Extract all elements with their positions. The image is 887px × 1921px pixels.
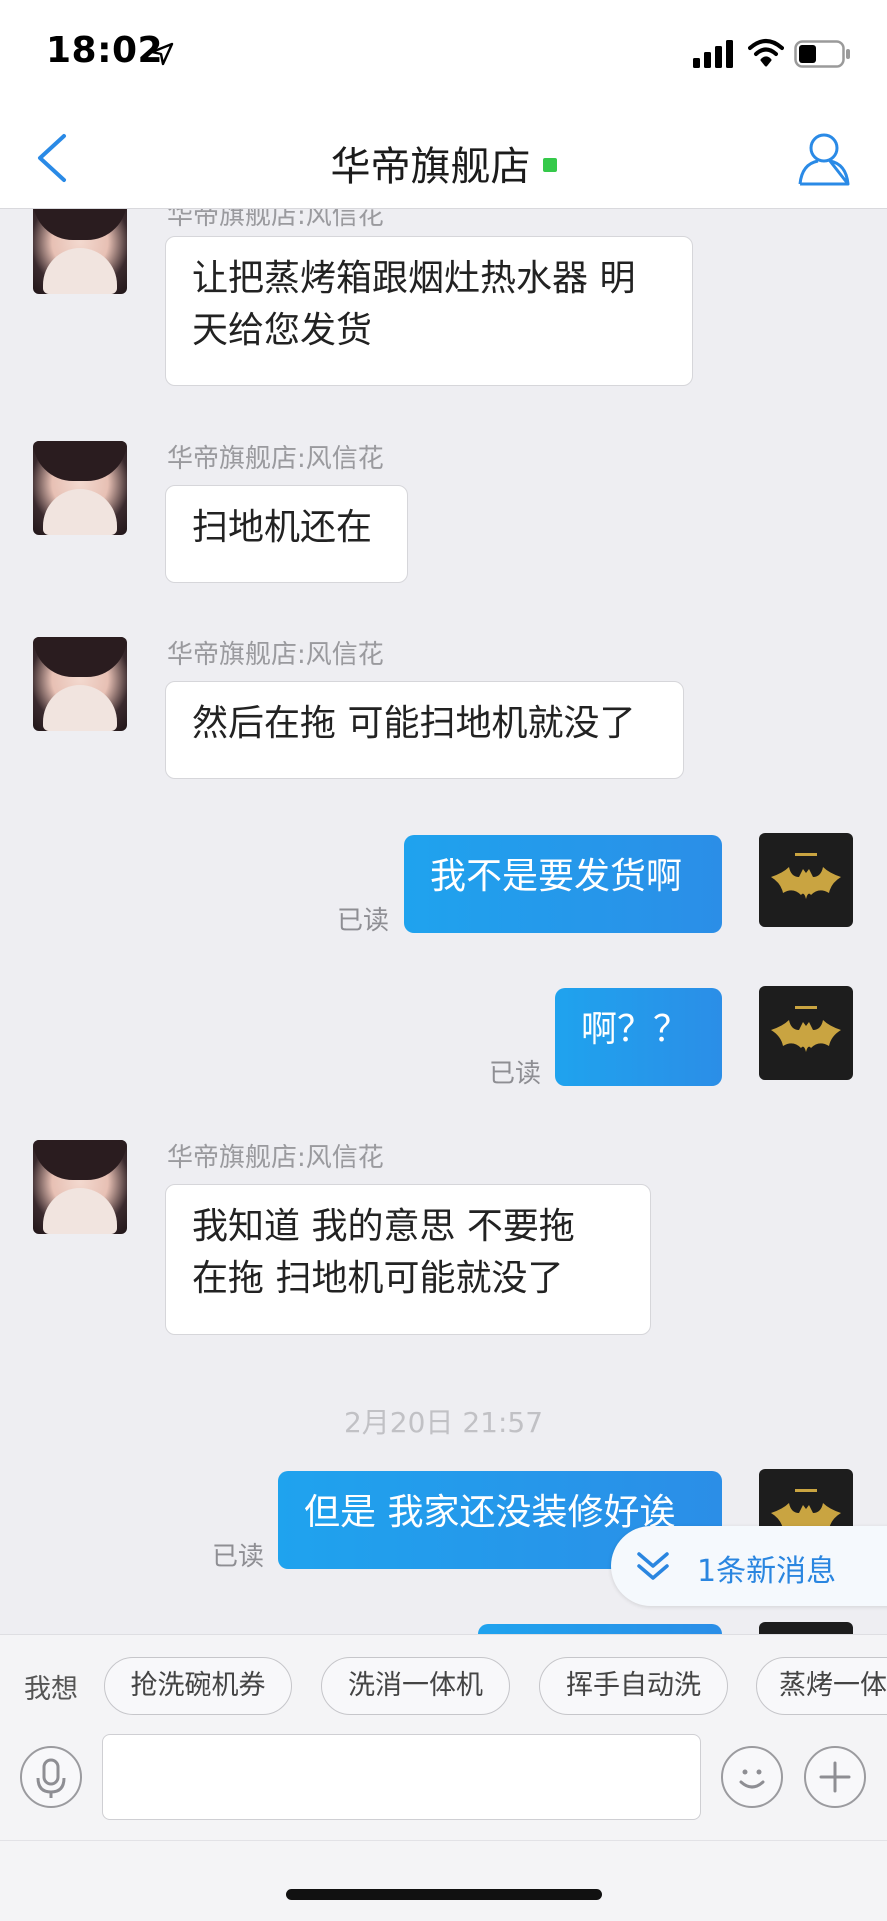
shop-avatar[interactable] <box>33 1140 127 1234</box>
quick-reply-chip[interactable]: 蒸烤一体 <box>756 1657 887 1715</box>
new-message-banner[interactable]: 1条新消息 <box>611 1526 887 1606</box>
quick-reply-chip[interactable]: 抢洗碗机券 <box>104 1657 292 1715</box>
incoming-message-bubble[interactable]: 让把蒸烤箱跟烟灶热水器 明 天给您发货 <box>165 236 693 386</box>
read-receipt: 已读 <box>212 1542 265 1572</box>
message-line: 天给您发货 <box>192 310 373 351</box>
quick-reply-label: 我想 <box>24 1674 78 1705</box>
outgoing-message-bubble[interactable]: 啊？？ <box>555 988 722 1086</box>
batman-logo-icon <box>771 1006 841 1052</box>
shop-name: 华帝旗舰店 <box>330 144 531 190</box>
message-line: 让把蒸烤箱跟烟灶热水器 明 <box>192 258 636 299</box>
smiley-icon <box>739 1769 765 1789</box>
voice-button[interactable] <box>20 1746 82 1808</box>
chat-title: 华帝旗舰店 <box>0 134 887 192</box>
battery-icon <box>794 40 850 68</box>
bottom-safe-area <box>0 1840 887 1921</box>
status-time: 18:02 <box>46 30 164 71</box>
user-avatar[interactable] <box>759 833 853 927</box>
message-line: 在拖 扫地机可能就没了 <box>192 1258 564 1299</box>
nav-bar: 华帝旗舰店 <box>0 108 887 209</box>
quick-reply-chip[interactable]: 洗消一体机 <box>321 1657 510 1715</box>
plus-icon <box>819 1761 851 1793</box>
emoji-button[interactable] <box>721 1746 783 1808</box>
sender-name: 华帝旗舰店:风信花 <box>167 209 384 231</box>
microphone-icon <box>36 1758 66 1798</box>
message-timestamp: 2月20日 21:57 <box>343 1406 544 1439</box>
batman-logo-icon <box>771 853 841 899</box>
quick-reply-chip[interactable]: 挥手自动洗 <box>539 1657 728 1715</box>
incoming-message-bubble[interactable]: 然后在拖 可能扫地机就没了 <box>165 681 684 779</box>
new-message-text: 1条新消息 <box>697 1554 837 1589</box>
user-avatar[interactable] <box>759 1622 853 1634</box>
profile-icon[interactable] <box>796 130 852 188</box>
outgoing-message-bubble[interactable]: 我不是要发货啊 <box>404 835 722 933</box>
wifi-icon <box>748 39 784 67</box>
quick-reply-bar: 我想 抢洗碗机券 洗消一体机 挥手自动洗 蒸烤一体 <box>0 1634 887 1735</box>
sender-name: 华帝旗舰店:风信花 <box>167 1143 384 1173</box>
status-bar: 18:02 <box>0 0 887 108</box>
shop-avatar[interactable] <box>33 441 127 535</box>
double-chevron-down-icon <box>637 1552 669 1580</box>
sender-name: 华帝旗舰店:风信花 <box>167 640 384 670</box>
location-arrow-icon <box>150 42 174 66</box>
chat-message-list[interactable]: 华帝旗舰店:风信花 让把蒸烤箱跟烟灶热水器 明 天给您发货 华帝旗舰店:风信花 … <box>0 209 887 1634</box>
shop-avatar[interactable] <box>33 637 127 731</box>
sender-name: 华帝旗舰店:风信花 <box>167 444 384 474</box>
message-input[interactable] <box>102 1734 701 1820</box>
message-line: 我知道 我的意思 不要拖 <box>192 1206 575 1247</box>
home-indicator[interactable] <box>286 1889 602 1900</box>
online-status-dot <box>542 158 557 172</box>
read-receipt: 已读 <box>489 1059 542 1089</box>
read-receipt: 已读 <box>337 906 390 936</box>
shop-avatar[interactable] <box>33 209 127 294</box>
more-options-button[interactable] <box>804 1746 866 1808</box>
input-bar <box>0 1734 887 1844</box>
incoming-message-bubble[interactable]: 扫地机还在 <box>165 485 408 583</box>
user-avatar[interactable] <box>759 986 853 1080</box>
outgoing-message-bubble[interactable] <box>478 1624 722 1634</box>
incoming-message-bubble[interactable]: 我知道 我的意思 不要拖 在拖 扫地机可能就没了 <box>165 1184 651 1335</box>
cellular-signal-icon <box>693 40 733 68</box>
